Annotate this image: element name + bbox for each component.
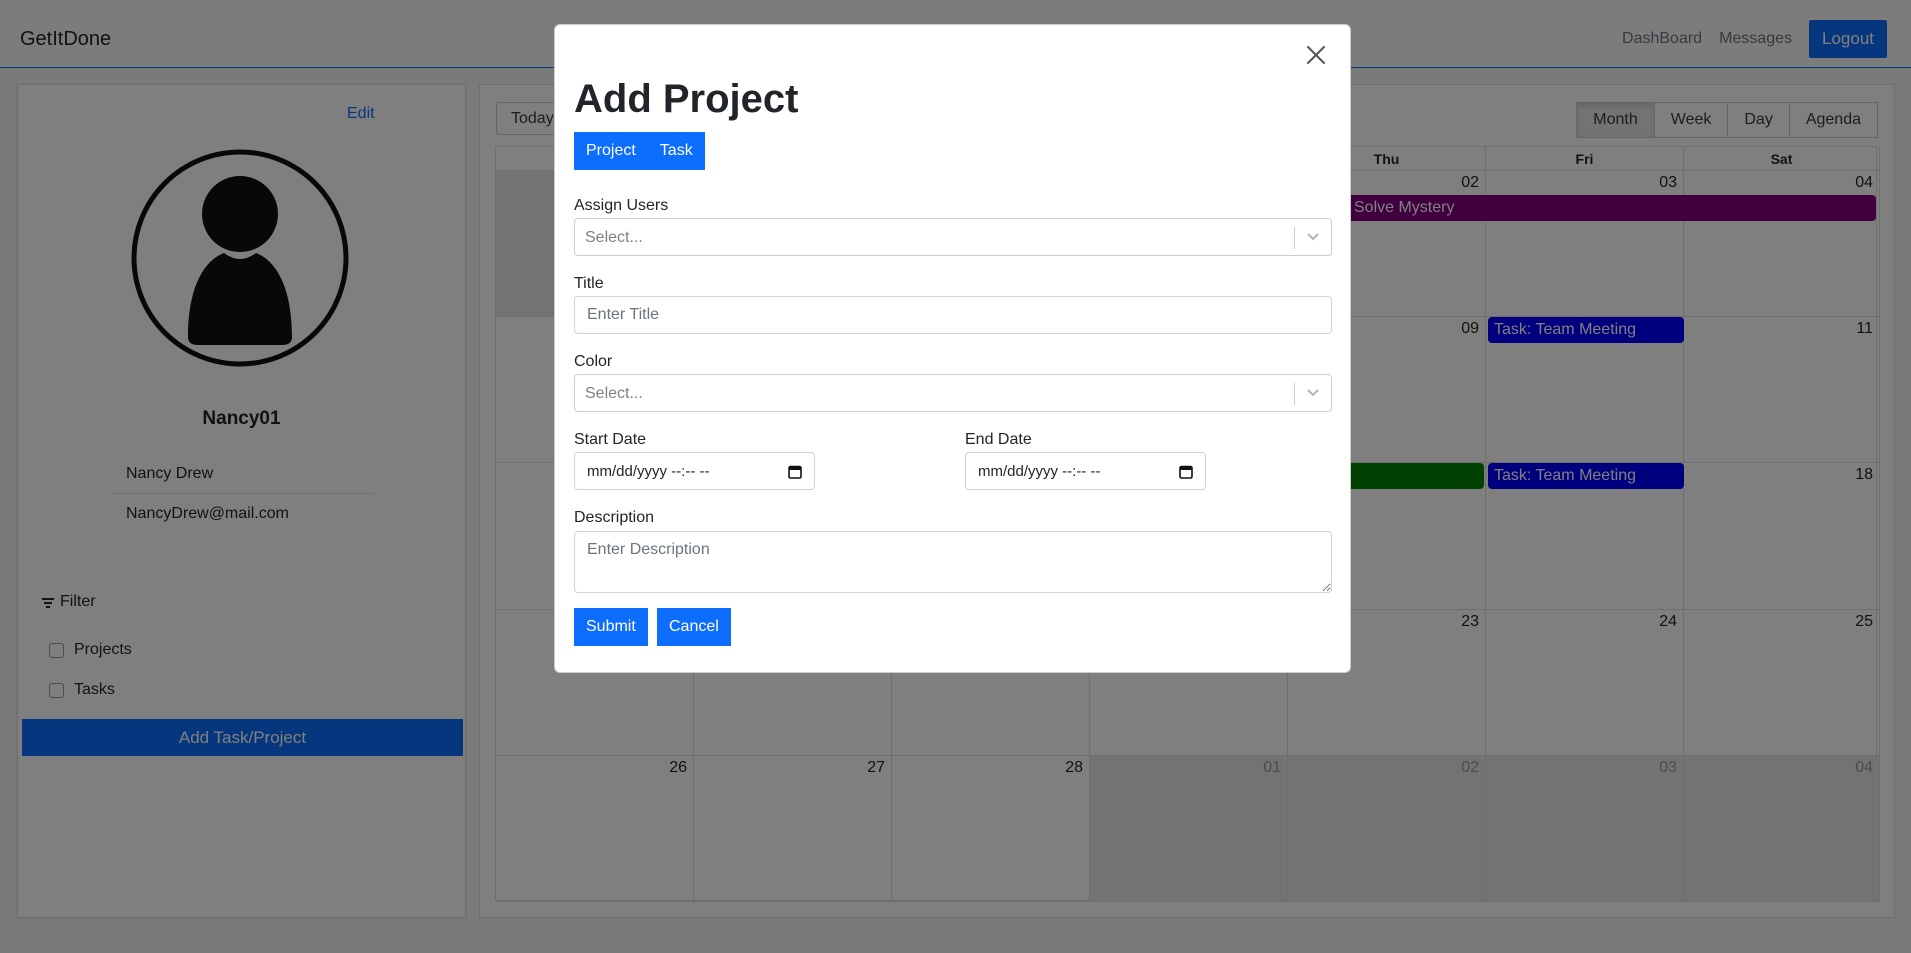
chevron-down-icon [1307,233,1319,241]
cancel-button[interactable]: Cancel [657,608,731,646]
submit-button[interactable]: Submit [574,608,648,646]
end-date-input[interactable]: mm/dd/yyyy --:-- -- [965,452,1206,490]
description-label: Description [574,509,655,526]
select-placeholder: Select... [585,385,643,402]
select-separator [1294,383,1295,405]
color-select[interactable]: Select... [574,374,1332,412]
tab-project[interactable]: Project [574,132,648,170]
chevron-down-icon [1307,389,1319,397]
start-date-value: mm/dd/yyyy --:-- -- [587,463,710,480]
select-placeholder: Select... [585,229,643,246]
modal-title: Add Project [574,77,799,121]
calendar-icon[interactable] [1179,464,1193,479]
assign-users-select[interactable]: Select... [574,218,1332,256]
end-date-value: mm/dd/yyyy --:-- -- [978,463,1101,480]
end-date-label: End Date [965,431,1032,448]
color-label: Color [574,353,613,370]
title-label: Title [574,275,604,292]
tab-task[interactable]: Task [648,132,705,170]
description-textarea[interactable] [574,531,1332,593]
add-project-modal: Add Project Project Task Assign Users Se… [554,24,1351,673]
close-icon[interactable] [1302,41,1330,69]
start-date-input[interactable]: mm/dd/yyyy --:-- -- [574,452,815,490]
select-separator [1294,227,1295,249]
calendar-icon[interactable] [788,464,802,479]
title-input[interactable] [574,296,1332,334]
start-date-label: Start Date [574,431,647,448]
assign-users-label: Assign Users [574,197,669,214]
mode-tabs: Project Task [574,132,705,170]
